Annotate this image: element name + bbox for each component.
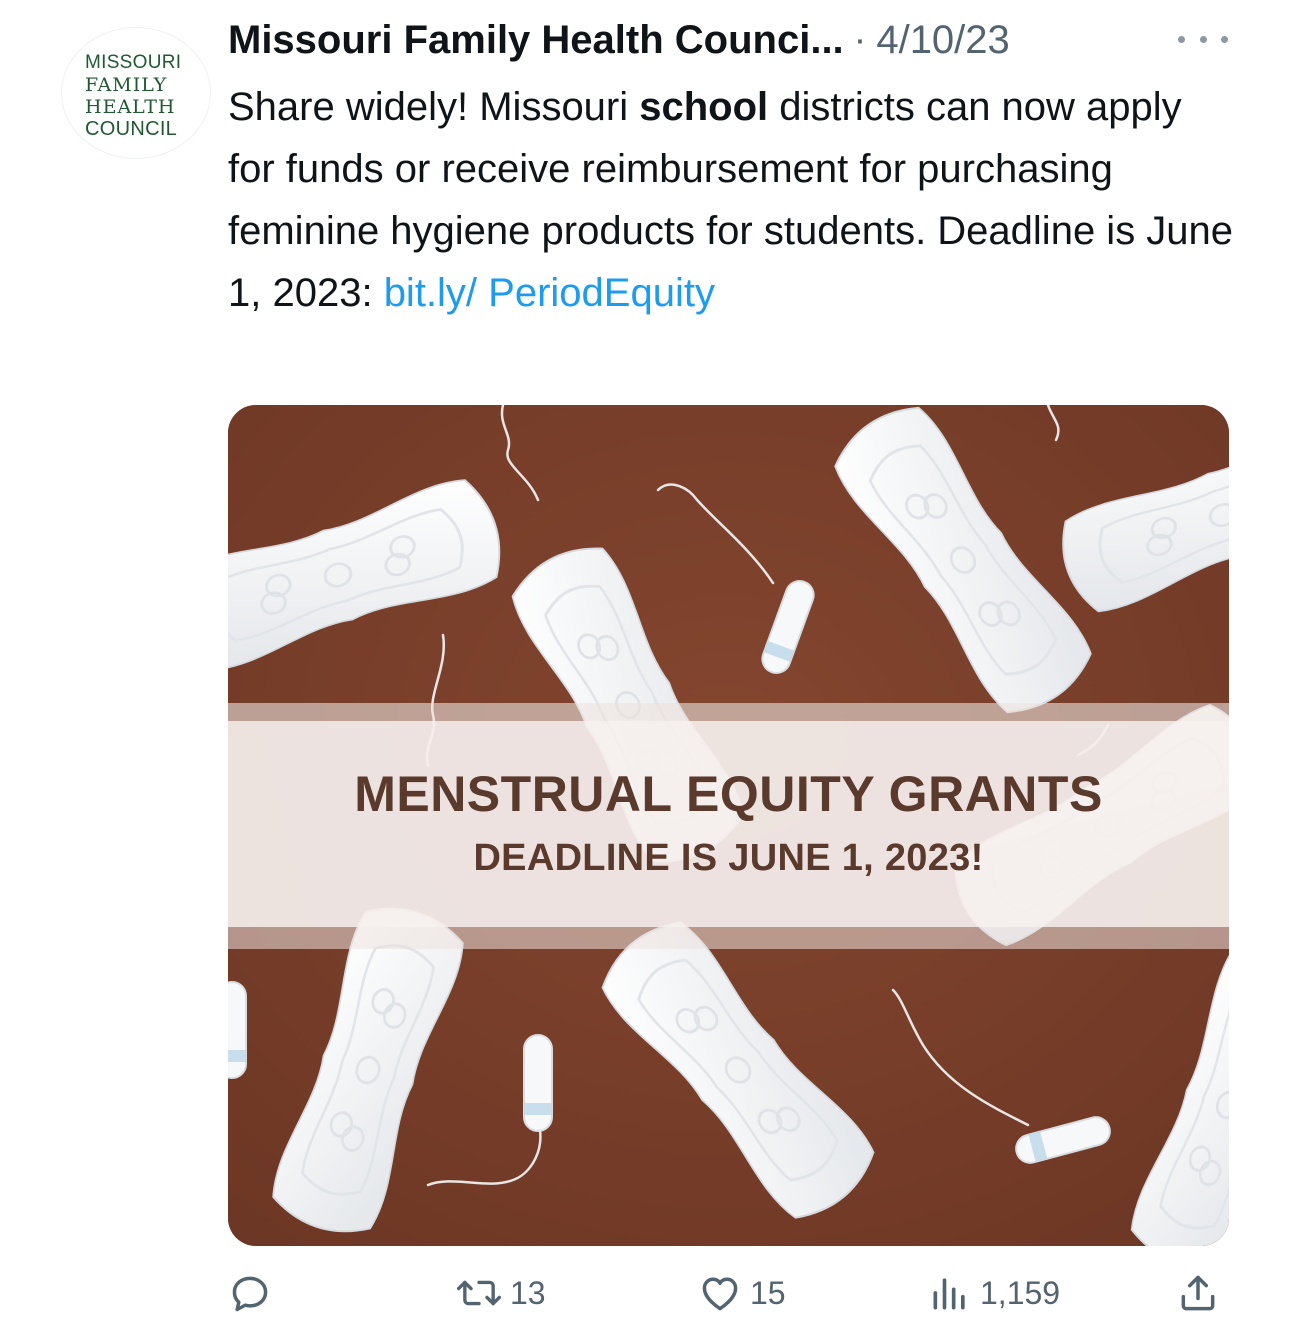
tweet-actions: 13 15 1,159: [228, 1268, 1238, 1318]
tweet-date[interactable]: 4/10/23: [876, 18, 1009, 63]
media-banner: MENSTRUAL EQUITY GRANTS DEADLINE IS JUNE…: [228, 703, 1229, 949]
like-button[interactable]: 15: [698, 1268, 786, 1318]
tweet-header: Missouri Family Health Counci... · 4/10/…: [228, 14, 1230, 66]
tweet-text-bold: school: [639, 85, 769, 129]
avatar[interactable]: MISSOURI FAMILY HEALTH COUNCIL: [62, 28, 210, 158]
reply-icon: [232, 1276, 268, 1312]
tweet-text-part1: Share widely! Missouri: [228, 85, 640, 129]
heart-icon: [702, 1277, 738, 1311]
retweet-count: 13: [510, 1274, 546, 1311]
separator-dot: ·: [853, 18, 867, 61]
views-icon: [933, 1278, 965, 1310]
more-horizontal-icon[interactable]: [1178, 24, 1228, 54]
retweet-button[interactable]: 13: [456, 1268, 546, 1318]
like-count: 15: [750, 1274, 786, 1311]
tweet-text: Share widely! Missouri school districts …: [228, 76, 1238, 324]
views-button[interactable]: 1,159: [928, 1268, 1060, 1318]
views-count: 1,159: [980, 1274, 1061, 1311]
media-subline: DEADLINE IS JUNE 1, 2023!: [473, 837, 984, 879]
retweet-icon: [456, 1280, 502, 1306]
share-button[interactable]: [1176, 1268, 1220, 1318]
media-headline: MENSTRUAL EQUITY GRANTS: [354, 766, 1103, 822]
avatar-logo: MISSOURI FAMILY HEALTH COUNCIL: [85, 52, 182, 140]
tweet-link[interactable]: bit.ly/ PeriodEquity: [384, 271, 715, 315]
author-name[interactable]: Missouri Family Health Counci...: [228, 18, 844, 63]
tweet-media-image[interactable]: MENSTRUAL EQUITY GRANTS DEADLINE IS JUNE…: [228, 405, 1229, 1246]
reply-button[interactable]: [228, 1268, 272, 1318]
share-icon: [1181, 1275, 1215, 1311]
